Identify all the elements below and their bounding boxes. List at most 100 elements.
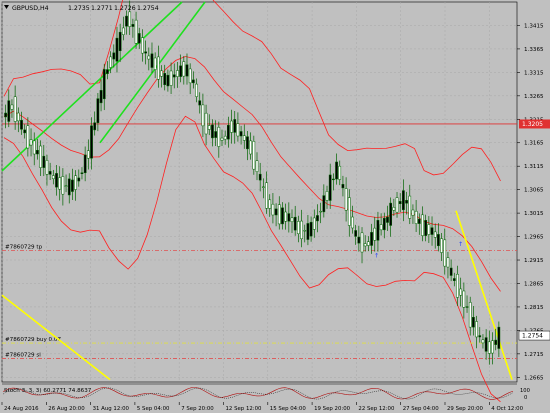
candle-body	[10, 104, 14, 110]
candle-body	[214, 131, 217, 138]
chart-canvas[interactable]: #7860729 tp#7860729 buy 0.07#7860729 sl …	[0, 0, 550, 413]
candle-body	[246, 136, 249, 150]
y-tick-label: 1.3365	[524, 47, 544, 53]
candle-body	[188, 68, 192, 84]
candle-body	[367, 241, 370, 246]
candle-body	[150, 53, 154, 68]
candle-body	[198, 100, 202, 106]
candle-body	[252, 141, 256, 170]
candle-body	[360, 232, 364, 253]
candle-body	[83, 154, 87, 174]
order-label: #7860729 buy 0.07	[5, 337, 61, 343]
candle-body	[118, 31, 122, 52]
candle-body	[207, 125, 211, 130]
candle-body	[281, 207, 284, 225]
candle-body	[268, 199, 272, 209]
candle-body	[112, 52, 116, 60]
y-tick-label: 1.2965	[524, 235, 544, 241]
candle-body	[274, 208, 278, 216]
candle-body	[332, 178, 335, 181]
candle-body	[125, 15, 128, 27]
chart-window[interactable]: #7860729 tp #7860729 buy 0.07 #7860729 sl …	[0, 0, 550, 413]
candle-body	[430, 227, 434, 235]
candle-body	[217, 127, 221, 147]
candle-body	[242, 135, 246, 141]
candle-body	[484, 337, 488, 352]
candle-body	[16, 112, 20, 122]
candle-body	[271, 203, 275, 216]
candle-body	[373, 227, 377, 241]
candle-body	[204, 112, 208, 135]
candle-body	[48, 171, 52, 175]
candle-body	[160, 70, 163, 77]
candle-body	[344, 188, 348, 211]
candle-body	[61, 176, 65, 195]
candle-body	[389, 202, 393, 226]
current-price-label: 1.2754	[522, 333, 543, 340]
candle-body	[421, 214, 424, 236]
candle-body	[312, 217, 316, 230]
candle-body	[354, 230, 358, 237]
candle-body	[497, 326, 501, 349]
candle-body	[456, 274, 459, 298]
candle-body	[452, 278, 456, 281]
candle-body	[128, 11, 132, 27]
candle-body	[192, 79, 195, 84]
candle-body	[102, 69, 106, 100]
ohlc-open: 1.2735	[68, 5, 90, 12]
candle-body	[258, 173, 262, 181]
candle-body	[115, 37, 119, 62]
y-tick-label: 1.2815	[524, 305, 544, 311]
candle-body	[376, 220, 380, 241]
candle-body	[386, 216, 389, 223]
candle-body	[185, 64, 189, 77]
candle-body	[32, 140, 36, 155]
x-tick-label: 26 Aug 20:00	[48, 406, 85, 412]
level-price-tag: 1.3205	[519, 119, 550, 129]
candle-body	[300, 220, 303, 240]
candle-body	[106, 69, 109, 74]
candle-body	[239, 131, 243, 137]
candle-body	[472, 317, 475, 328]
candle-body	[338, 165, 342, 180]
y-tick-label: 1.3115	[524, 164, 544, 170]
candle-body	[195, 83, 198, 97]
order-label: #7860729 tp	[5, 245, 43, 251]
candle-body	[45, 160, 49, 175]
y-tick-label: 1.2915	[524, 258, 544, 264]
x-tick-label: 27 Sep 04:00	[403, 406, 440, 412]
oscillator-scale-top: 100	[520, 388, 530, 394]
candle-body	[287, 213, 291, 222]
candle-body	[80, 172, 84, 174]
candle-body	[121, 27, 125, 35]
candle-body	[357, 236, 361, 244]
candle-body	[179, 65, 182, 77]
candle-body	[176, 70, 179, 77]
candle-body	[341, 184, 345, 189]
symbol-label: GBPUSD,H4	[12, 5, 49, 12]
x-tick-label: 4 Oct 12:00	[491, 406, 523, 412]
x-tick-label: 7 Sep 20:00	[181, 406, 214, 412]
candle-body	[99, 90, 103, 104]
candle-body	[23, 129, 27, 134]
candle-body	[13, 96, 17, 122]
candle-body	[468, 302, 472, 328]
candle-body	[414, 210, 418, 224]
ohlc-high: 1.2771	[91, 5, 113, 12]
candle-body	[169, 70, 173, 86]
candle-body	[316, 215, 319, 222]
oscillator-label: Stoch 3, 3, 3) 60.2771 74.8637	[4, 388, 92, 394]
candle-body	[36, 149, 39, 155]
x-tick-label: 12 Sep 12:00	[226, 406, 263, 412]
y-tick-label: 1.2715	[524, 352, 544, 358]
candle-body	[491, 340, 494, 354]
candle-body	[153, 57, 157, 70]
candle-body	[20, 119, 23, 130]
x-tick-label: 5 Sep 04:00	[137, 406, 170, 412]
candle-body	[39, 145, 42, 168]
chart-header: GBPUSD,H4 1.2735 1.2771 1.2726 1.2754	[4, 5, 159, 12]
y-tick-label: 1.3065	[524, 188, 544, 194]
candle-body	[131, 24, 135, 27]
candle-body	[494, 339, 498, 345]
candle-body	[233, 119, 237, 133]
